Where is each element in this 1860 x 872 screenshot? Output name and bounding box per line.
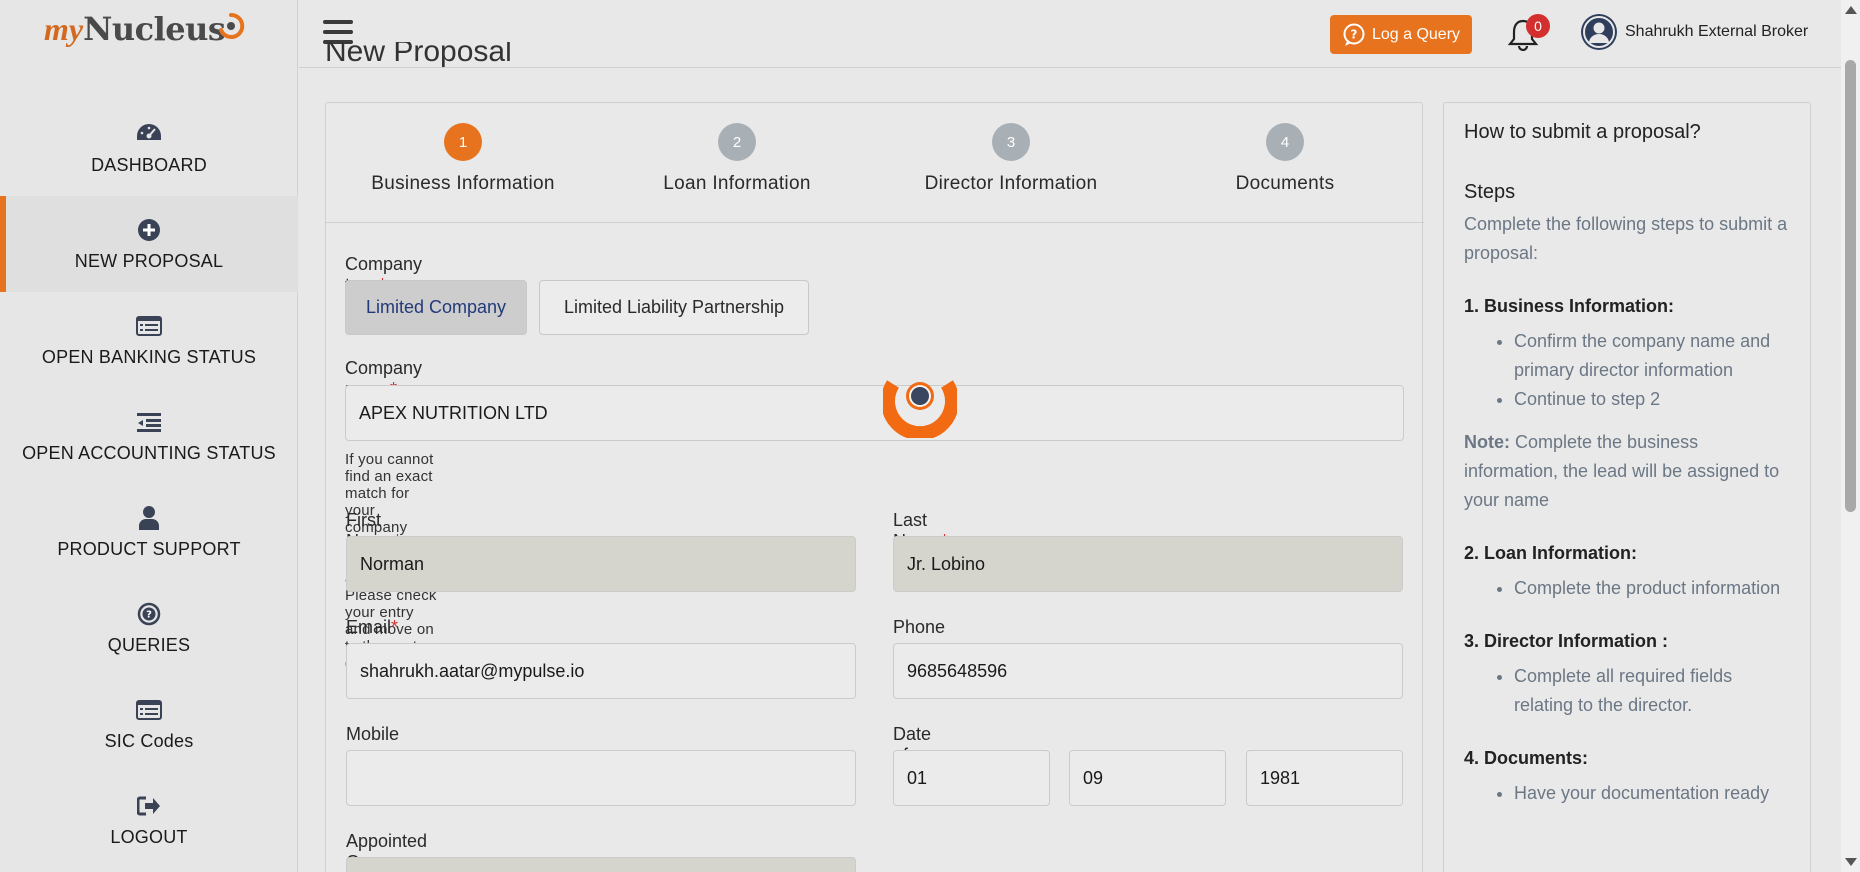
phone-input[interactable]: 9685648596 bbox=[893, 643, 1403, 699]
sidebar-item-label: OPEN BANKING STATUS bbox=[41, 346, 257, 367]
sidebar-item-label: QUERIES bbox=[107, 634, 191, 655]
question-circle-icon: ? bbox=[136, 601, 162, 627]
step-number: 4 bbox=[1266, 123, 1304, 161]
help-title: How to submit a proposal? bbox=[1464, 121, 1701, 143]
logo-my-text: my bbox=[44, 11, 84, 47]
help-step1-title: 1. Business Information: bbox=[1464, 296, 1675, 316]
sidebar-item-logout[interactable]: LOGOUT bbox=[0, 772, 298, 868]
help-intro: Complete the following steps to submit a… bbox=[1464, 214, 1788, 263]
sidebar-item-sic-codes[interactable]: SIC Codes bbox=[0, 676, 298, 772]
stepper: 1 Business Information 2 Loan Informatio… bbox=[326, 103, 1424, 223]
dob-year-input[interactable]: 1981 bbox=[1246, 750, 1403, 806]
topbar: ? Log a Query 0 Shahrukh External Broker bbox=[299, 0, 1841, 68]
step-label: Loan Information bbox=[663, 173, 811, 194]
sidebar-item-label: DASHBOARD bbox=[91, 154, 207, 175]
step-documents[interactable]: 4 Documents bbox=[1148, 123, 1422, 195]
dob-day-input[interactable]: 01 bbox=[893, 750, 1050, 806]
list-item: Confirm the company name and primary dir… bbox=[1514, 327, 1790, 385]
list-item: Complete the product information bbox=[1514, 574, 1790, 603]
step-director-information[interactable]: 3 Director Information bbox=[874, 123, 1148, 195]
sidebar-item-open-accounting-status[interactable]: OPEN ACCOUNTING STATUS bbox=[0, 388, 298, 484]
email-input[interactable]: shahrukh.aatar@mypulse.io bbox=[346, 643, 856, 699]
appointed-on-input[interactable] bbox=[346, 857, 856, 872]
log-query-label: Log a Query bbox=[1371, 25, 1461, 43]
sidebar-item-label: LOGOUT bbox=[110, 826, 188, 847]
sidebar-item-label: PRODUCT SUPPORT bbox=[57, 538, 241, 559]
scroll-thumb[interactable] bbox=[1845, 60, 1856, 512]
step-label: Documents bbox=[1235, 173, 1335, 194]
step-number: 3 bbox=[992, 123, 1030, 161]
help-steps-heading: Steps bbox=[1464, 181, 1516, 203]
help-step4-list: Have your documentation ready bbox=[1464, 779, 1790, 808]
help-step3-list: Complete all required fields relating to… bbox=[1464, 662, 1790, 720]
help-step4-title: 4. Documents: bbox=[1464, 748, 1589, 768]
sidebar-nav: DASHBOARD NEW PROPOSAL OPEN BANKING STAT… bbox=[0, 100, 298, 868]
sidebar-item-label: SIC Codes bbox=[104, 730, 194, 751]
list-item: Continue to step 2 bbox=[1514, 385, 1790, 414]
email-label: Email* bbox=[346, 617, 399, 637]
step-number: 1 bbox=[444, 123, 482, 161]
mobile-input[interactable] bbox=[346, 750, 856, 806]
sidebar-item-label: OPEN ACCOUNTING STATUS bbox=[22, 442, 276, 463]
step-loan-information[interactable]: 2 Loan Information bbox=[600, 123, 874, 195]
help-note: Note: Complete the business information,… bbox=[1464, 432, 1780, 510]
last-name-input[interactable]: Jr. Lobino bbox=[893, 536, 1403, 592]
page-scrollbar[interactable] bbox=[1841, 0, 1860, 872]
help-step2-list: Complete the product information bbox=[1464, 574, 1790, 603]
user-name: Shahrukh External Broker bbox=[1625, 23, 1809, 40]
scroll-down-arrow-icon[interactable] bbox=[1845, 858, 1857, 866]
phone-label: Phone bbox=[893, 617, 946, 637]
mobile-label: Mobile bbox=[346, 724, 400, 744]
log-query-button[interactable]: ? Log a Query bbox=[1330, 15, 1472, 54]
help-step1-list: Confirm the company name and primary dir… bbox=[1464, 327, 1790, 414]
help-panel: How to submit a proposal? Steps Complete… bbox=[1443, 102, 1811, 872]
dashboard-gauge-icon bbox=[136, 121, 162, 147]
dob-month-input[interactable]: 09 bbox=[1069, 750, 1226, 806]
step-label: Director Information bbox=[924, 173, 1098, 194]
sidebar-item-queries[interactable]: ? QUERIES bbox=[0, 580, 298, 676]
help-step2-title: 2. Loan Information: bbox=[1464, 543, 1637, 563]
avatar bbox=[1581, 14, 1617, 50]
list-card-icon bbox=[136, 697, 162, 723]
step-label: Business Information bbox=[371, 173, 555, 194]
proposal-form-card: 1 Business Information 2 Loan Informatio… bbox=[325, 102, 1424, 872]
svg-text:?: ? bbox=[1350, 27, 1357, 41]
help-step3-title: 3. Director Information : bbox=[1464, 631, 1669, 651]
mynucleus-logo[interactable]: my Nucleus bbox=[44, 10, 245, 70]
sidebar-item-dashboard[interactable]: DASHBOARD bbox=[0, 100, 298, 196]
step-number: 2 bbox=[718, 123, 756, 161]
list-item: Complete all required fields relating to… bbox=[1514, 662, 1790, 720]
user-icon bbox=[136, 505, 162, 531]
first-name-input[interactable]: Norman bbox=[346, 536, 856, 592]
list-card-icon bbox=[136, 313, 162, 339]
sidebar-item-new-proposal[interactable]: NEW PROPOSAL bbox=[0, 196, 298, 292]
logo-swirl-icon bbox=[219, 12, 245, 39]
question-bubble-icon: ? bbox=[1343, 23, 1365, 46]
indent-list-icon bbox=[136, 409, 162, 435]
llp-option[interactable]: Limited Liability Partnership bbox=[539, 280, 809, 335]
sidebar-item-product-support[interactable]: PRODUCT SUPPORT bbox=[0, 484, 298, 580]
logo-nucleus-text: Nucleus bbox=[83, 10, 226, 48]
sidebar-item-open-banking-status[interactable]: OPEN BANKING STATUS bbox=[0, 292, 298, 388]
page-title: New Proposal bbox=[325, 42, 512, 68]
notification-count-badge: 0 bbox=[1526, 14, 1550, 38]
sign-out-icon bbox=[136, 793, 162, 819]
loading-spinner-icon bbox=[883, 380, 957, 438]
limited-company-option[interactable]: Limited Company bbox=[345, 280, 527, 335]
list-item: Have your documentation ready bbox=[1514, 779, 1790, 808]
user-menu[interactable]: Shahrukh External Broker bbox=[1581, 14, 1808, 50]
company-name-input[interactable]: APEX NUTRITION LTD bbox=[345, 385, 1404, 441]
sidebar: my Nucleus DASHBOARD NEW PROPOSAL OPEN BA… bbox=[0, 0, 298, 872]
svg-text:?: ? bbox=[146, 609, 152, 620]
user-avatar-icon bbox=[1583, 16, 1615, 48]
scroll-up-arrow-icon[interactable] bbox=[1845, 6, 1857, 14]
plus-circle-icon bbox=[136, 217, 162, 243]
step-business-information[interactable]: 1 Business Information bbox=[326, 123, 600, 195]
sidebar-item-label: NEW PROPOSAL bbox=[74, 250, 224, 271]
